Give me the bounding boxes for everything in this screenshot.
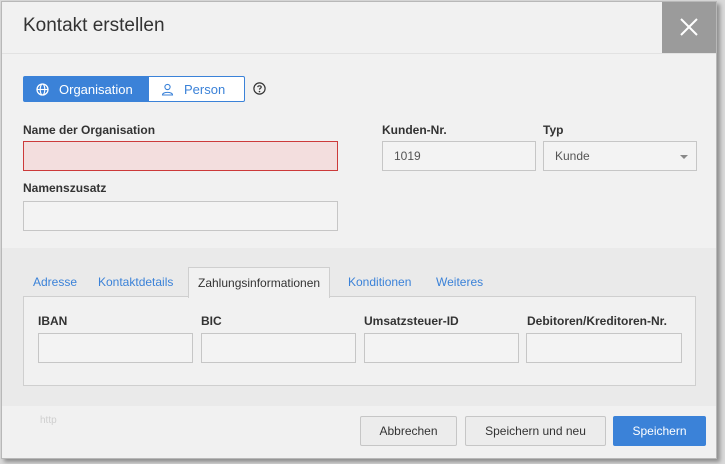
close-button[interactable] (662, 2, 716, 53)
contact-dialog: Kontakt erstellen Organisation Person Na… (1, 1, 717, 459)
contact-type-toggle: Organisation Person (23, 76, 245, 102)
iban-input[interactable] (38, 333, 193, 363)
bic-input[interactable] (201, 333, 356, 363)
type-select-value: Kunde (555, 149, 590, 163)
tab-zahlungsinformationen[interactable]: Zahlungsinformationen (188, 267, 331, 298)
org-name-label: Name der Organisation (23, 123, 156, 137)
tab-adresse[interactable]: Adresse (33, 267, 77, 297)
close-icon (680, 18, 698, 36)
customer-no-input[interactable]: 1019 (382, 141, 536, 171)
name-suffix-label: Namenszusatz (23, 181, 107, 195)
name-suffix-input[interactable] (23, 201, 338, 231)
debtor-no-label: Debitoren/Kreditoren-Nr. (527, 314, 668, 328)
chevron-down-icon (680, 155, 688, 159)
type-select[interactable]: Kunde (543, 141, 697, 171)
save-and-new-button[interactable]: Speichern und neu (465, 416, 606, 446)
iban-label: IBAN (38, 314, 68, 328)
cancel-button[interactable]: Abbrechen (360, 416, 457, 446)
tab-konditionen[interactable]: Konditionen (348, 267, 411, 297)
person-toggle-label: Person (184, 81, 226, 97)
tab-weiteres[interactable]: Weiteres (436, 267, 483, 297)
dialog-titlebar: Kontakt erstellen (2, 2, 716, 54)
globe-icon (36, 82, 49, 96)
debtor-no-input[interactable] (526, 333, 682, 363)
help-icon[interactable] (253, 82, 266, 95)
vat-id-input[interactable] (364, 333, 519, 363)
customer-no-label: Kunden-Nr. (382, 123, 447, 137)
save-button[interactable]: Speichern (613, 416, 706, 446)
person-icon (161, 83, 174, 96)
person-toggle-button[interactable]: Person (149, 76, 245, 102)
tab-kontaktdetails[interactable]: Kontaktdetails (98, 267, 173, 297)
type-label: Typ (543, 123, 564, 137)
dialog-title: Kontakt erstellen (23, 15, 165, 36)
organisation-toggle-label: Organisation (59, 81, 133, 97)
vat-id-label: Umsatzsteuer-ID (364, 314, 459, 328)
org-name-input[interactable] (23, 141, 338, 171)
organisation-toggle-button[interactable]: Organisation (23, 76, 149, 102)
bic-label: BIC (201, 314, 222, 328)
footer-logo: http (40, 415, 57, 426)
